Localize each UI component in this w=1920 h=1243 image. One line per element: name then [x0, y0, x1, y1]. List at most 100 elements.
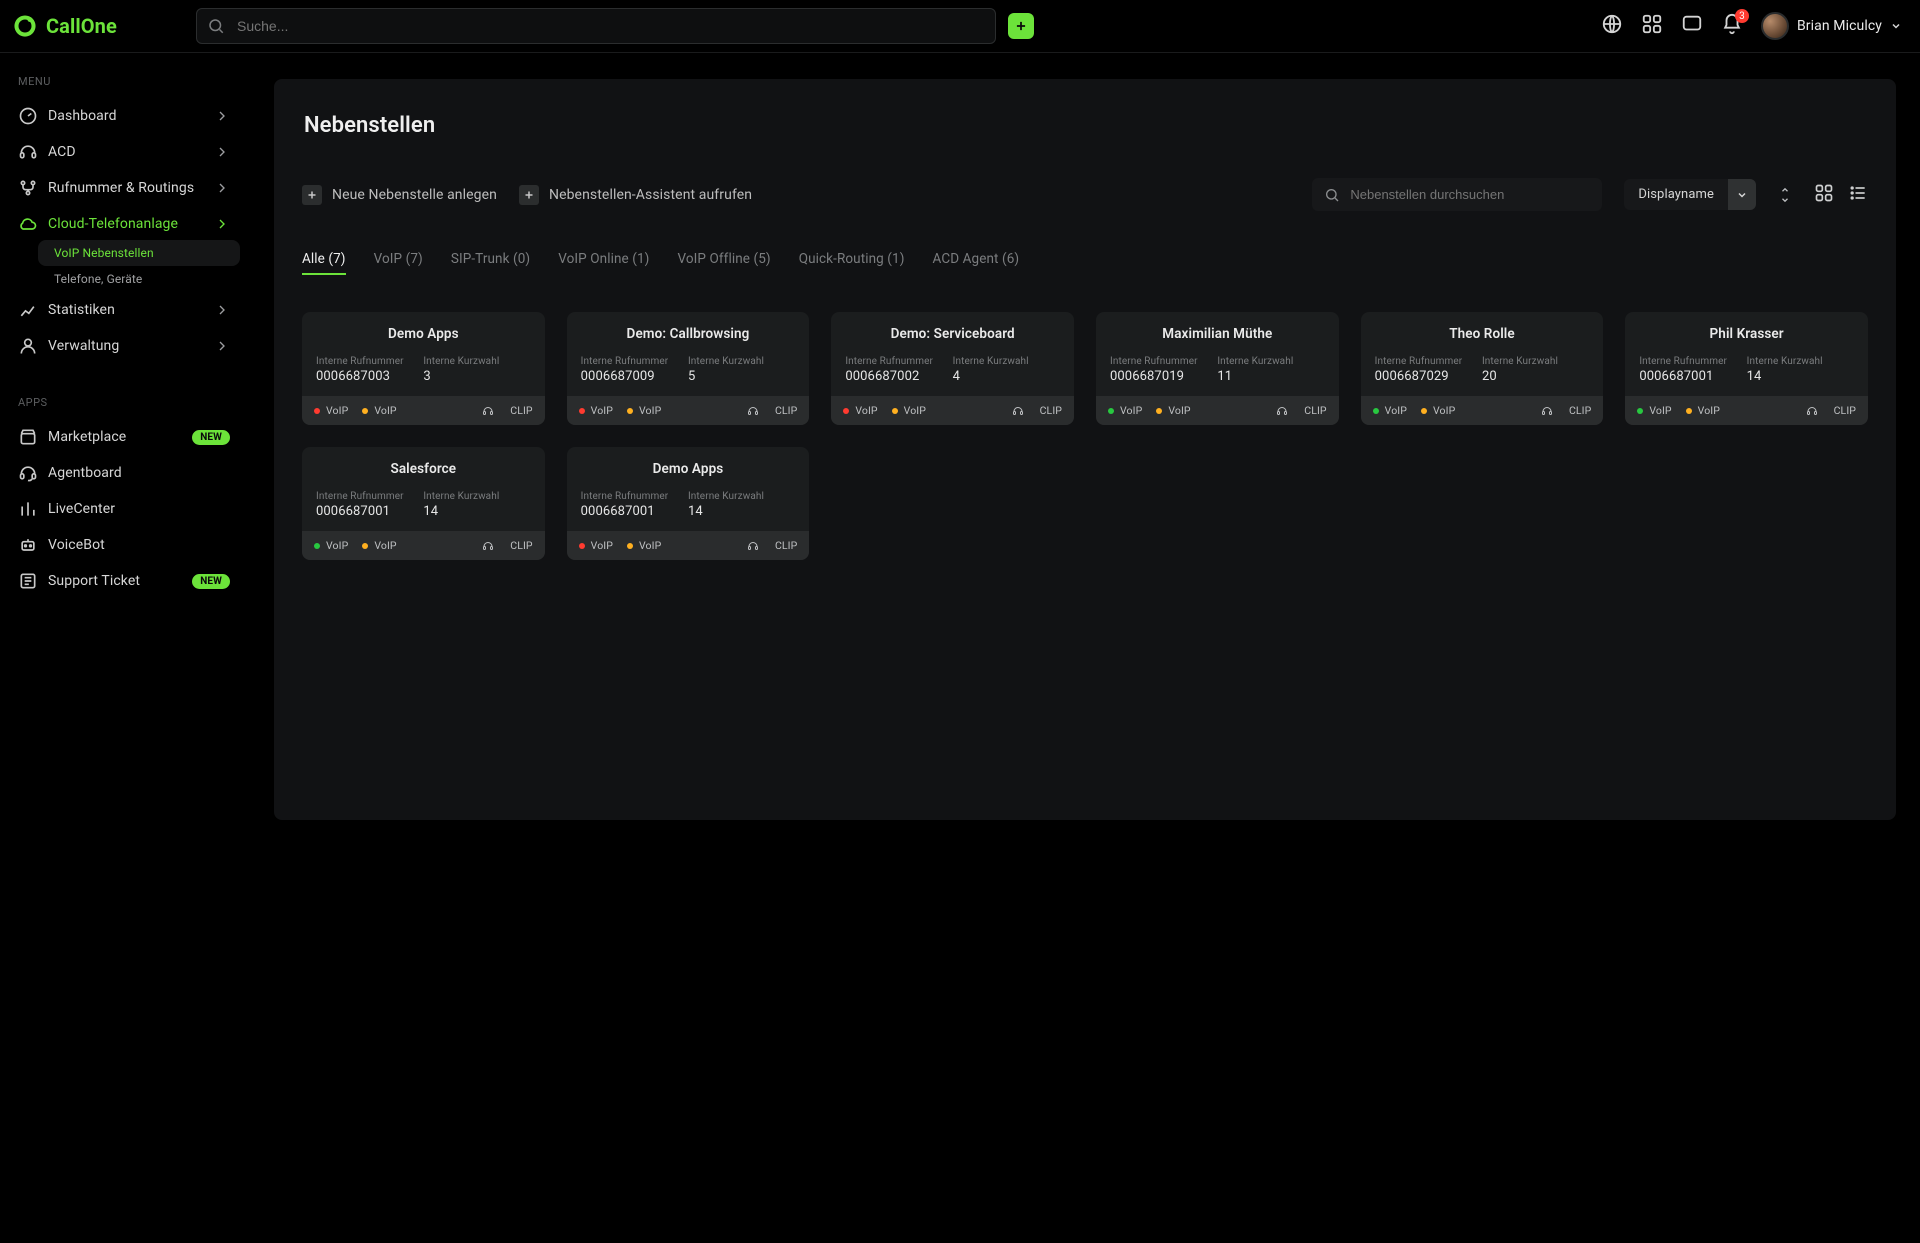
- sidebar-item-label: VoiceBot: [48, 537, 105, 553]
- messages-button[interactable]: [1681, 13, 1703, 39]
- search-icon: [1324, 187, 1340, 203]
- user-icon: [18, 336, 38, 356]
- card-internal-number: 0006687003: [316, 369, 423, 384]
- extension-card[interactable]: Maximilian Müthe Interne Rufnummer 00066…: [1096, 312, 1339, 425]
- extension-card[interactable]: Demo: Serviceboard Interne Rufnummer 000…: [831, 312, 1074, 425]
- sort-order-toggle[interactable]: [1778, 185, 1792, 205]
- card-voip-status-1: VoIP: [843, 404, 877, 417]
- headset-icon: [18, 142, 38, 162]
- view-grid-button[interactable]: [1814, 183, 1834, 207]
- sort-caret[interactable]: [1728, 179, 1756, 210]
- sidebar-app-livecenter[interactable]: LiveCenter: [10, 491, 240, 527]
- user-name: Brian Miculcy: [1797, 18, 1882, 34]
- sidebar-item-label: Dashboard: [48, 108, 117, 124]
- global-search[interactable]: [196, 8, 996, 44]
- language-button[interactable]: [1601, 13, 1623, 39]
- filter-search[interactable]: [1312, 178, 1602, 211]
- card-voip-status-2: VoIP: [892, 404, 926, 417]
- tab-6[interactable]: ACD Agent (6): [933, 245, 1020, 275]
- sidebar-app-agentboard[interactable]: Agentboard: [10, 455, 240, 491]
- card-internal-number: 0006687029: [1375, 369, 1482, 384]
- sidebar-sub-voip-nebenstellen[interactable]: VoIP Nebenstellen: [38, 240, 240, 266]
- extension-card[interactable]: Salesforce Interne Rufnummer 0006687001 …: [302, 447, 545, 560]
- tab-2[interactable]: SIP-Trunk (0): [451, 245, 530, 275]
- card-clip: CLIP: [1276, 404, 1326, 417]
- card-title: Demo: Serviceboard: [831, 312, 1074, 352]
- create-button[interactable]: [1008, 13, 1034, 39]
- user-menu[interactable]: Brian Miculcy: [1761, 12, 1902, 40]
- notifications-button[interactable]: 3: [1721, 13, 1743, 39]
- routing-icon: [18, 178, 38, 198]
- headset-icon: [1276, 405, 1288, 417]
- card-clip: CLIP: [1541, 404, 1591, 417]
- tab-4[interactable]: VoIP Offline (5): [677, 245, 770, 275]
- logo-icon: [12, 13, 38, 39]
- card-field-label: Interne Rufnummer: [1110, 356, 1217, 367]
- filter-search-input[interactable]: [1348, 186, 1590, 203]
- card-field-label: Interne Rufnummer: [1375, 356, 1482, 367]
- card-field-label: Interne Kurzwahl: [1747, 356, 1854, 367]
- card-field-label: Interne Kurzwahl: [423, 356, 530, 367]
- grid-icon: [1641, 13, 1663, 35]
- sidebar-app-support[interactable]: Support Ticket NEW: [10, 563, 240, 599]
- tab-5[interactable]: Quick-Routing (1): [799, 245, 905, 275]
- sidebar-item-routing[interactable]: Rufnummer & Routings: [10, 170, 240, 206]
- view-list-button[interactable]: [1848, 183, 1868, 207]
- sidebar-item-label: Agentboard: [48, 465, 122, 481]
- extension-card[interactable]: Theo Rolle Interne Rufnummer 0006687029 …: [1361, 312, 1604, 425]
- sidebar-item-acd[interactable]: ACD: [10, 134, 240, 170]
- tab-0[interactable]: Alle (7): [302, 245, 346, 275]
- globe-icon: [1601, 13, 1623, 35]
- sidebar-item-cloud[interactable]: Cloud-Telefonanlage: [10, 206, 240, 242]
- card-field-label: Interne Rufnummer: [845, 356, 952, 367]
- sidebar-sub-telefone[interactable]: Telefone, Geräte: [38, 266, 240, 292]
- topbar: CallOne: [0, 0, 1920, 53]
- avatar: [1761, 12, 1789, 40]
- sort-select[interactable]: Displayname: [1624, 179, 1756, 210]
- chevron-right-icon: [214, 180, 230, 196]
- sidebar-item-verwaltung[interactable]: Verwaltung: [10, 328, 240, 364]
- sidebar-app-marketplace[interactable]: Marketplace NEW: [10, 419, 240, 455]
- new-extension-button[interactable]: Neue Nebenstelle anlegen: [302, 185, 497, 205]
- card-clip: CLIP: [482, 404, 532, 417]
- card-title: Phil Krasser: [1625, 312, 1868, 352]
- notification-badge: 3: [1735, 9, 1749, 23]
- card-internal-short: 20: [1482, 369, 1589, 384]
- apps-grid-button[interactable]: [1641, 13, 1663, 39]
- global-search-input[interactable]: [235, 17, 985, 35]
- card-voip-status-2: VoIP: [627, 539, 661, 552]
- extension-card[interactable]: Demo Apps Interne Rufnummer 0006687003 I…: [302, 312, 545, 425]
- card-field-label: Interne Kurzwahl: [1482, 356, 1589, 367]
- chart-line-icon: [18, 300, 38, 320]
- extension-card[interactable]: Demo Apps Interne Rufnummer 0006687001 I…: [567, 447, 810, 560]
- tab-1[interactable]: VoIP (7): [374, 245, 423, 275]
- assistant-button[interactable]: Nebenstellen-Assistent aufrufen: [519, 185, 752, 205]
- plus-icon: [1014, 19, 1028, 33]
- card-clip: CLIP: [1806, 404, 1856, 417]
- card-internal-short: 11: [1217, 369, 1324, 384]
- sidebar-item-statistiken[interactable]: Statistiken: [10, 292, 240, 328]
- search-icon: [207, 17, 225, 35]
- card-field-label: Interne Rufnummer: [316, 356, 423, 367]
- card-voip-status-1: VoIP: [1373, 404, 1407, 417]
- card-title: Demo: Callbrowsing: [567, 312, 810, 352]
- card-internal-number: 0006687019: [1110, 369, 1217, 384]
- card-internal-number: 0006687001: [1639, 369, 1746, 384]
- card-field-label: Interne Rufnummer: [581, 356, 688, 367]
- card-internal-short: 5: [688, 369, 795, 384]
- store-icon: [18, 427, 38, 447]
- headset-icon: [1806, 405, 1818, 417]
- extension-card[interactable]: Phil Krasser Interne Rufnummer 000668700…: [1625, 312, 1868, 425]
- sidebar-item-dashboard[interactable]: Dashboard: [10, 98, 240, 134]
- tab-3[interactable]: VoIP Online (1): [558, 245, 649, 275]
- chevron-right-icon: [214, 302, 230, 318]
- logo[interactable]: CallOne: [12, 13, 182, 39]
- extension-card[interactable]: Demo: Callbrowsing Interne Rufnummer 000…: [567, 312, 810, 425]
- chevron-down-icon: [1890, 20, 1902, 32]
- card-voip-status-2: VoIP: [1156, 404, 1190, 417]
- sidebar-app-voicebot[interactable]: VoiceBot: [10, 527, 240, 563]
- sidebar-item-label: Verwaltung: [48, 338, 119, 354]
- agent-icon: [18, 463, 38, 483]
- sidebar-section-apps: APPS: [10, 392, 240, 419]
- headset-icon: [747, 540, 759, 552]
